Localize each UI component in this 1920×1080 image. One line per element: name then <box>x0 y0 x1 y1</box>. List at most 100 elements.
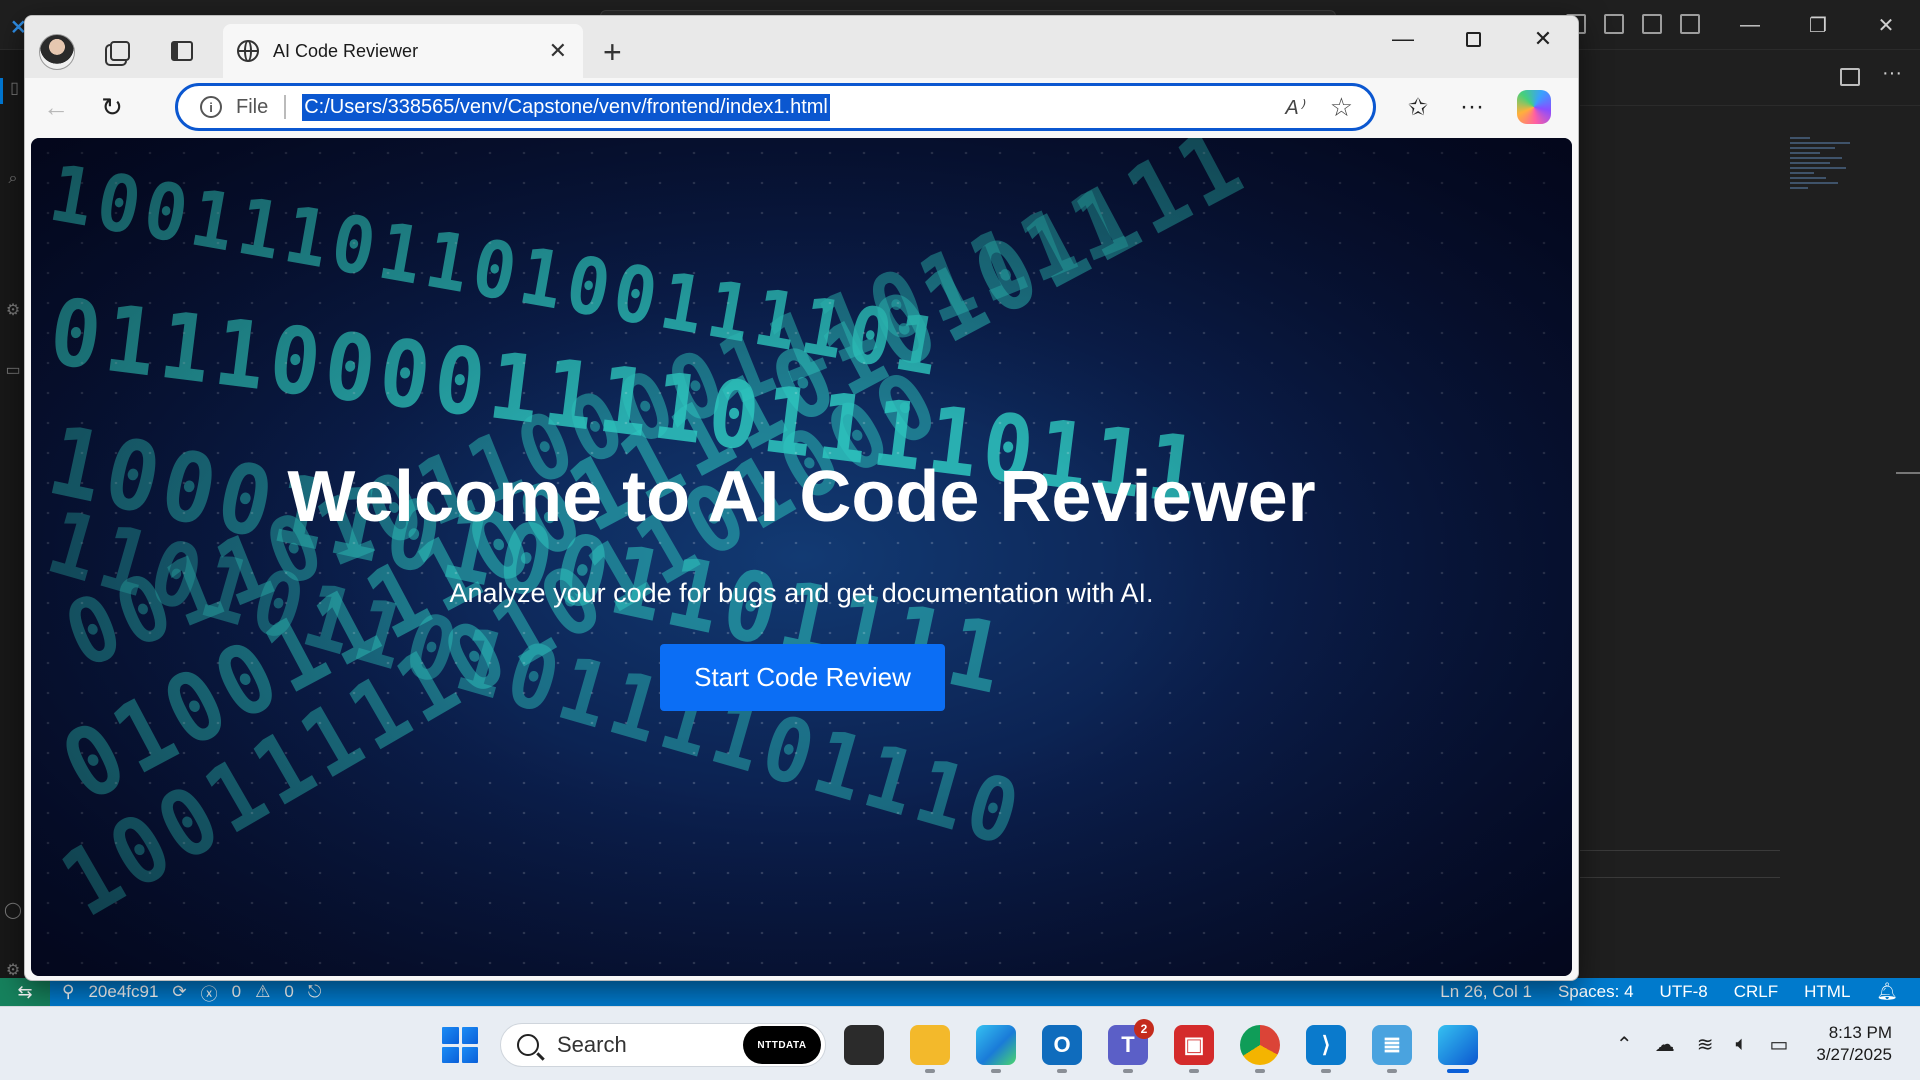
pdf-reader-icon[interactable]: ▣ <box>1174 1025 1214 1065</box>
edge-icon[interactable] <box>1438 1025 1478 1065</box>
add-favorite-star-icon[interactable]: ☆ <box>1330 92 1353 123</box>
tab-close-icon[interactable]: ✕ <box>549 38 567 64</box>
vertical-tabs-icon[interactable] <box>169 38 195 64</box>
notifications-bell-icon[interactable]: 🔔︎ <box>1876 982 1898 1002</box>
taskbar-clock[interactable]: 8:13 PM 3/27/2025 <box>1816 1022 1892 1066</box>
chrome-icon[interactable] <box>1240 1025 1280 1065</box>
volume-icon[interactable]: 🔈︎ <box>1735 1033 1747 1056</box>
globe-icon <box>237 40 259 62</box>
notepad-icon[interactable]: ≣ <box>1372 1025 1412 1065</box>
refresh-icon[interactable]: ↻ <box>95 90 129 124</box>
edge-dev-icon[interactable] <box>976 1025 1016 1065</box>
teams-icon[interactable]: T2 <box>1108 1019 1154 1065</box>
taskbar-running-indicator <box>991 1069 1001 1073</box>
system-tray: ⌃ ☁ ≋ 🔈︎ ▭ 8:13 PM 3/27/2025 <box>1616 1007 1920 1080</box>
git-branch-icon[interactable]: ⚲ <box>62 982 74 1002</box>
maximize-button[interactable] <box>1438 16 1508 62</box>
clock-time: 8:13 PM <box>1828 1023 1892 1042</box>
back-arrow-icon[interactable]: ← <box>39 90 73 124</box>
sync-icon[interactable]: ⟳ <box>172 982 186 1002</box>
teams-notification-badge: 2 <box>1134 1019 1154 1039</box>
language-mode[interactable]: HTML <box>1804 982 1850 1002</box>
file-explorer-icon[interactable] <box>910 1025 950 1065</box>
minimize-button[interactable]: — <box>1368 16 1438 62</box>
vscode-layout-controls <box>1566 14 1700 34</box>
vscode-icon[interactable]: ⟩ <box>1306 1025 1346 1065</box>
settings-more-icon[interactable]: ··· <box>1455 90 1489 124</box>
profile-avatar[interactable] <box>39 34 75 70</box>
address-url[interactable]: C:/Users/338565/venv/Capstone/venv/front… <box>302 93 830 121</box>
taskbar-running-indicator <box>1057 1069 1067 1073</box>
warning-icon[interactable]: ⚠ <box>255 982 270 1002</box>
page-title: Welcome to AI Code Reviewer <box>287 457 1316 537</box>
vscode-minimize-button[interactable]: — <box>1716 0 1784 50</box>
address-prefix: File <box>236 95 269 118</box>
warning-count[interactable]: 0 <box>284 982 293 1002</box>
vscode-activity-bar: ▯ ⌕ ⚙ ▭ ◯ ⚙ <box>0 50 26 979</box>
live-share-icon[interactable]: ⎋ <box>308 982 321 1002</box>
show-hidden-icons-chevron-icon[interactable]: ⌃ <box>1616 1032 1633 1057</box>
address-separator <box>284 95 287 119</box>
tab-strip: AI Code Reviewer ✕ + — ✕ <box>25 16 1578 78</box>
remote-explorer-icon[interactable]: ▭ <box>0 360 26 386</box>
toggle-secondary-sidebar-icon[interactable] <box>1680 14 1700 34</box>
browser-tab[interactable]: AI Code Reviewer ✕ <box>223 24 583 78</box>
webpage-hero: 1001110110100111101011100001111011110111… <box>31 138 1572 976</box>
page-subtitle: Analyze your code for bugs and get docum… <box>449 578 1154 608</box>
browser-toolbar: ← ↻ i File C:/Users/338565/venv/Capstone… <box>25 78 1578 136</box>
error-icon[interactable]: ⓧ <box>201 980 218 1005</box>
taskbar-running-indicator <box>1387 1069 1397 1073</box>
read-aloud-icon[interactable]: A⁾ <box>1285 95 1303 120</box>
toggle-panel-icon[interactable] <box>1642 14 1662 34</box>
git-commit[interactable]: 20e4fc91 <box>88 982 158 1002</box>
site-info-icon[interactable]: i <box>200 96 222 118</box>
search-icon <box>517 1034 539 1056</box>
taskbar-running-indicator <box>1255 1069 1265 1073</box>
taskbar-running-indicator <box>1189 1069 1199 1073</box>
error-count[interactable]: 0 <box>232 982 241 1002</box>
taskbar-running-indicator <box>1321 1069 1331 1073</box>
windows-start-icon[interactable] <box>442 1027 478 1063</box>
windows-taskbar: Search NTTDATA O T2 ▣ ⟩ ≣ ⌃ ☁ ≋ 🔈︎ ▭ 8:1… <box>0 1006 1920 1080</box>
task-view-icon[interactable] <box>844 1025 884 1065</box>
split-editor-icon[interactable] <box>1840 68 1860 86</box>
vscode-window-controls: — ❐ ✕ <box>1716 0 1920 50</box>
minimap[interactable] <box>1790 137 1860 197</box>
outlook-icon[interactable]: O <box>1042 1025 1082 1065</box>
start-code-review-button[interactable]: Start Code Review <box>660 644 945 711</box>
favorites-icon[interactable]: ✩ <box>1401 90 1435 124</box>
battery-icon[interactable]: ▭ <box>1769 1032 1788 1057</box>
extensions-icon[interactable]: ⚙ <box>0 300 26 326</box>
new-tab-button[interactable]: + <box>603 34 622 71</box>
taskbar-search[interactable]: Search NTTDATA <box>500 1023 826 1067</box>
hero-content: Welcome to AI Code Reviewer Analyze your… <box>31 138 1572 976</box>
taskbar-running-indicator <box>1123 1069 1133 1073</box>
encoding[interactable]: UTF-8 <box>1660 982 1708 1002</box>
onedrive-icon[interactable]: ☁ <box>1655 1032 1675 1057</box>
vscode-restore-button[interactable]: ❐ <box>1784 0 1852 50</box>
indentation[interactable]: Spaces: 4 <box>1558 982 1634 1002</box>
wifi-icon[interactable]: ≋ <box>1697 1032 1714 1057</box>
search-activity-icon[interactable]: ⌕ <box>0 170 26 196</box>
panel-divider <box>1580 850 1780 851</box>
toggle-primary-sidebar-icon[interactable] <box>1604 14 1624 34</box>
remote-indicator-icon[interactable]: ⇆ <box>0 978 50 1006</box>
cursor-position[interactable]: Ln 26, Col 1 <box>1440 982 1532 1002</box>
edge-browser-window: AI Code Reviewer ✕ + — ✕ ← ↻ i File C:/U… <box>24 15 1579 981</box>
end-of-line[interactable]: CRLF <box>1734 982 1778 1002</box>
vscode-close-button[interactable]: ✕ <box>1852 0 1920 50</box>
editor-scrollbar[interactable] <box>1896 472 1920 474</box>
explorer-icon[interactable]: ▯ <box>0 78 26 104</box>
search-placeholder: Search <box>557 1032 627 1057</box>
clock-date: 3/27/2025 <box>1816 1045 1892 1064</box>
address-bar[interactable]: i File C:/Users/338565/venv/Capstone/ven… <box>175 83 1376 131</box>
panel-divider <box>1580 877 1780 878</box>
search-highlight-logo: NTTDATA <box>743 1026 821 1064</box>
taskbar-running-indicator <box>925 1069 935 1073</box>
close-window-button[interactable]: ✕ <box>1508 16 1578 62</box>
workspaces-icon[interactable] <box>107 38 133 64</box>
copilot-icon[interactable] <box>1517 90 1551 124</box>
accounts-icon[interactable]: ◯ <box>0 900 26 926</box>
more-actions-icon[interactable]: ··· <box>1882 62 1902 85</box>
vscode-editor-area: ··· <box>1580 50 1920 978</box>
